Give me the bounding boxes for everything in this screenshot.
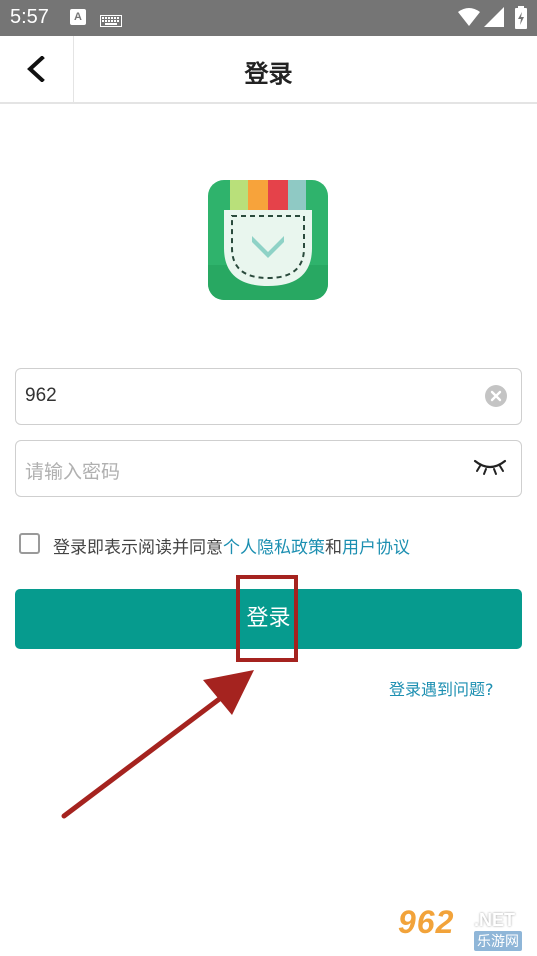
agreement-prefix: 登录即表示阅读并同意 [53, 538, 223, 558]
site-watermark: 962 .NET 乐游网 [398, 904, 530, 952]
app-logo-icon [208, 180, 328, 300]
agreement-and: 和 [325, 538, 342, 558]
watermark-cn: 乐游网 [474, 931, 522, 951]
clear-icon[interactable] [485, 385, 507, 411]
status-time: 5:57 [10, 6, 49, 28]
agreement-checkbox[interactable] [19, 533, 40, 554]
keyboard-icon [100, 12, 122, 31]
privacy-policy-link[interactable]: 个人隐私政策 [223, 538, 325, 558]
battery-icon [514, 6, 528, 34]
page-title: 登录 [244, 60, 293, 88]
username-input[interactable]: 962 [15, 368, 522, 425]
wifi-icon [458, 7, 480, 31]
eye-closed-icon[interactable] [473, 457, 507, 481]
annotation-highlight-box [236, 575, 298, 662]
agreement-text: 登录即表示阅读并同意个人隐私政策和用户协议 [53, 533, 410, 558]
password-placeholder: 请输入密码 [25, 461, 121, 483]
username-value: 962 [25, 385, 57, 406]
signal-icon [484, 7, 504, 31]
status-bar: 5:57 A [0, 0, 537, 36]
login-help-link[interactable]: 登录遇到问题? [389, 676, 494, 700]
header-bar: 登录 [0, 36, 537, 104]
user-agreement-link[interactable]: 用户协议 [342, 538, 410, 558]
watermark-number: 962 [398, 904, 455, 940]
watermark-suffix: .NET [474, 910, 516, 930]
notification-a-icon: A [70, 9, 86, 25]
password-input[interactable]: 请输入密码 [15, 440, 522, 497]
